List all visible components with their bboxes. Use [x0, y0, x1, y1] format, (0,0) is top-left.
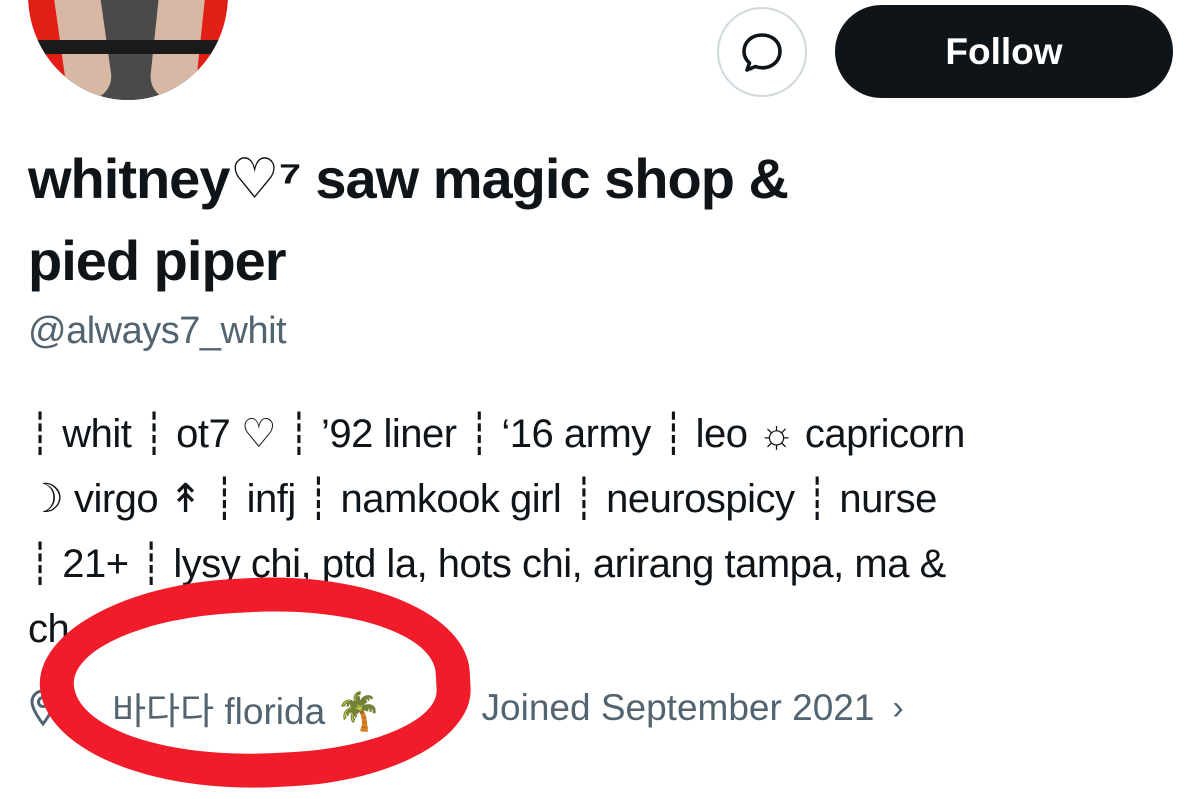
location-pin-icon [30, 689, 56, 727]
message-button[interactable] [717, 7, 807, 97]
bio: ┊ whit ┊ ot7 ♡ ┊ ’92 liner ┊ ‘16 army ┊ … [28, 412, 965, 651]
chevron-right-icon: › [892, 688, 904, 727]
follow-button[interactable]: Follow [835, 5, 1173, 98]
joined-label: Joined September 2021 [481, 687, 875, 728]
message-bubble-icon [742, 33, 782, 72]
profile-meta: 바다다 florida 🌴 Joined September 2021 › [28, 680, 1178, 736]
avatar-stripe [28, 40, 228, 54]
joined-date[interactable]: Joined September 2021 › [482, 687, 904, 729]
location-text: 바다다 florida 🌴 [112, 691, 382, 732]
display-name: whitney♡⁷ saw magic shop & pied piper [28, 138, 1028, 302]
user-handle: @always7_whit [28, 310, 287, 352]
display-name-line: whitney♡⁷ saw magic shop & [28, 147, 789, 210]
display-name-line: pied piper [28, 229, 287, 292]
avatar[interactable] [28, 0, 228, 100]
